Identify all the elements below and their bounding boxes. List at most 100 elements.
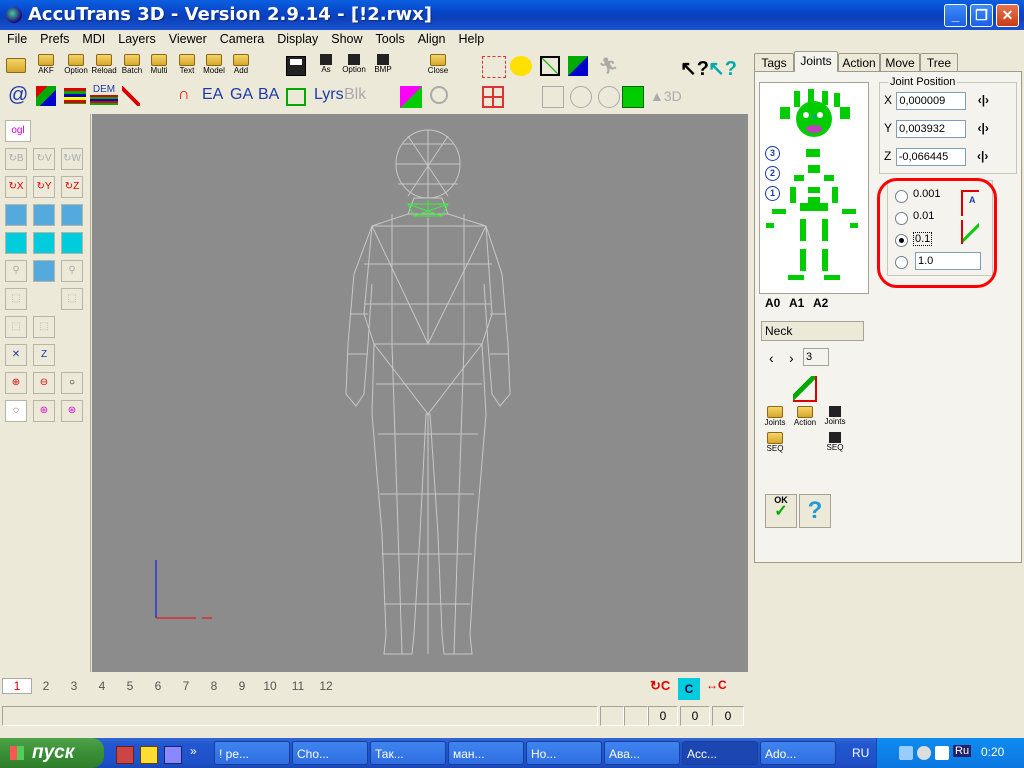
menu-display[interactable]: Display [270,30,324,46]
dem-button[interactable]: DEM [90,84,118,105]
task-chrome[interactable]: Cho... [292,741,368,765]
layers-color-icon[interactable] [64,88,86,104]
zoom-fit-icon-2[interactable]: ⊛ [61,400,83,422]
grid-icon[interactable] [482,86,504,108]
ba-button[interactable]: BA [258,86,279,104]
zoom-window-icon[interactable]: ◌ [5,400,27,422]
help-pointer-icon[interactable]: ↖? [680,56,709,81]
minimize-button[interactable]: _ [944,4,967,27]
cube-view-icon-1[interactable] [5,204,27,226]
option-button[interactable]: Option [62,54,90,75]
transform-icon-1[interactable] [482,56,506,78]
add-button[interactable]: Add [228,54,254,75]
cube-view-icon-4[interactable] [5,232,27,254]
close-button[interactable]: ✕ [996,4,1019,27]
frame-6[interactable]: 6 [144,679,172,693]
frame-11[interactable]: 11 [284,679,312,693]
menu-tools[interactable]: Tools [369,30,411,46]
magnet-icon[interactable]: ∩ [178,86,198,106]
menu-prefs[interactable]: Prefs [33,30,75,46]
tab-joints[interactable]: Joints [794,51,838,72]
cube-layers-icon[interactable] [286,88,306,106]
triangle-icon[interactable] [36,86,56,106]
axis-z-icon[interactable]: Z [33,344,55,366]
open-folder-icon[interactable] [6,58,26,73]
zoom-in-icon[interactable]: ⊕ [5,372,27,394]
menu-layers[interactable]: Layers [111,30,162,46]
anchor-a2[interactable]: A2 [813,296,828,310]
save-as-button[interactable]: As [314,54,338,74]
at-button[interactable]: @ [8,84,28,107]
cycle-red-icon[interactable]: ↻C [650,678,672,700]
rotate-z-icon[interactable]: ↻Z [61,176,83,198]
transform-icon-4[interactable] [568,56,588,76]
tab-tags[interactable]: Tags [754,53,794,72]
cube-view-icon-5[interactable] [33,232,55,254]
axis-x-icon[interactable]: ✕ [5,344,27,366]
quicklaunch-more-icon[interactable]: » [190,744,197,758]
tray-volume-icon[interactable] [917,746,931,760]
tab-tree[interactable]: Tree [920,53,958,72]
rotate-y-icon[interactable]: ↻Y [33,176,55,198]
save-option-button[interactable]: Option [340,54,368,74]
frame-10[interactable]: 10 [256,679,284,693]
cube-view-icon-6[interactable] [61,232,83,254]
frame-7[interactable]: 7 [172,679,200,693]
bmp-button[interactable]: BMP [370,54,396,74]
transform-icon-3[interactable] [540,56,560,76]
pencil-icon[interactable] [122,86,140,106]
help-button[interactable]: ? [799,494,831,528]
load-seq-button[interactable]: SEQ [761,432,789,453]
task-ava[interactable]: Ава... [604,741,680,765]
save-seq-button[interactable]: SEQ [821,432,849,452]
menu-viewer[interactable]: Viewer [162,30,213,46]
y-adjust-icon[interactable]: ‹|› [977,121,988,135]
ea-button[interactable]: EA [202,86,223,104]
marker-3[interactable]: 3 [765,146,780,161]
frame-4[interactable]: 4 [88,679,116,693]
zoom-icon[interactable]: ○ [61,372,83,394]
task-accutrans[interactable]: Acc... [682,741,758,765]
menu-align[interactable]: Align [411,30,452,46]
zoom-fit-icon-1[interactable]: ⊛ [33,400,55,422]
menu-mdi[interactable]: MDI [75,30,111,46]
frame-8[interactable]: 8 [200,679,228,693]
frame-9[interactable]: 9 [228,679,256,693]
anchor-a0[interactable]: A0 [765,296,780,310]
tab-move[interactable]: Move [880,53,920,72]
tray-language[interactable]: Ru [953,745,972,757]
quicklaunch-icon-3[interactable] [164,746,182,764]
frame-3[interactable]: 3 [60,679,88,693]
quicklaunch-icon-2[interactable] [140,746,158,764]
menu-file[interactable]: File [0,30,33,46]
menu-help[interactable]: Help [452,30,491,46]
run-figure-icon[interactable] [793,376,817,402]
load-joints-button[interactable]: Joints [761,406,789,427]
task-folder-1[interactable]: ! ре... [214,741,290,765]
menu-show[interactable]: Show [324,30,368,46]
anchor-a1[interactable]: A1 [789,296,804,310]
y-input[interactable] [896,120,967,138]
task-adobe[interactable]: Ado... [760,741,836,765]
z-input[interactable] [895,148,966,166]
menu-camera[interactable]: Camera [213,30,270,46]
frame-5[interactable]: 5 [116,679,144,693]
tab-action[interactable]: Action [838,53,880,72]
restore-button[interactable]: ❐ [970,4,993,27]
marker-1[interactable]: 1 [765,186,780,201]
batch-button[interactable]: Batch [118,54,146,75]
cube-view-icon-7[interactable] [33,260,55,282]
cube-view-icon-3[interactable] [61,204,83,226]
x-input[interactable] [896,92,967,110]
quicklaunch-icon-1[interactable] [116,746,134,764]
3d-viewport[interactable] [92,114,748,672]
tray-network-icon[interactable] [899,746,913,760]
ogl-button[interactable]: ogl [5,120,31,142]
language-indicator[interactable]: RU [852,746,869,760]
save-joints-button[interactable]: Joints [821,406,849,426]
green-cube-icon[interactable] [622,86,644,108]
text-button[interactable]: Text [174,54,200,75]
frame-12[interactable]: 12 [312,679,340,693]
akf-button[interactable]: AKF [34,54,58,75]
z-adjust-icon[interactable]: ‹|› [977,149,988,163]
